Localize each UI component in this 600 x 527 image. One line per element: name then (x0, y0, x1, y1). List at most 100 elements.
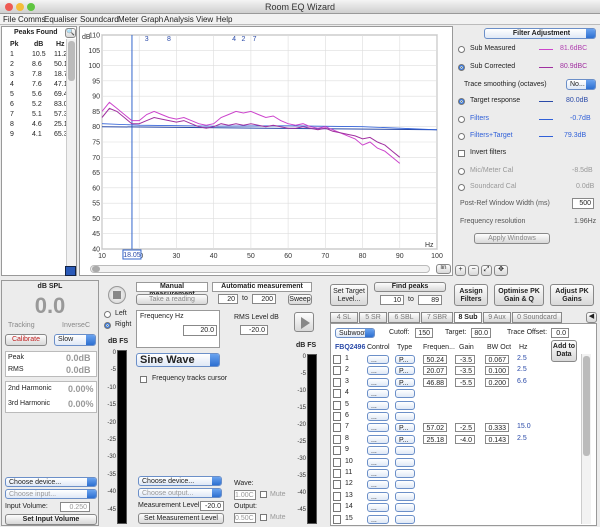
filter-enable-checkbox[interactable] (333, 366, 341, 376)
peaks-scrollbar[interactable] (66, 39, 76, 271)
channel-select[interactable]: Subwoofer (335, 328, 375, 338)
meter-speed-select[interactable]: Slow (54, 334, 96, 346)
peak-row[interactable]: 6 5.2 83.0 (4, 101, 68, 111)
filter-type-select[interactable]: P... (395, 366, 415, 376)
filter-gain-field[interactable]: -3.5 (455, 366, 475, 376)
filter-control-select[interactable]: ... (367, 434, 389, 444)
add-to-data-button[interactable]: Add to Data (551, 340, 577, 362)
tab-channel[interactable]: 5 SR (359, 312, 387, 323)
trace-offset-field[interactable]: 0.0 (551, 328, 569, 338)
filter-enable-checkbox[interactable] (333, 514, 341, 524)
peak-row[interactable]: 2 8.6 50.1 (4, 61, 68, 71)
peaks-scroll-thumb[interactable] (68, 41, 75, 81)
calibrate-button[interactable]: Calibrate (5, 334, 47, 346)
filter-frequency-field[interactable]: 57.02 (423, 423, 447, 433)
filter-enable-checkbox[interactable] (333, 423, 341, 433)
filter-type-select[interactable] (395, 514, 415, 524)
find-peaks-button[interactable]: Find peaks (374, 282, 446, 292)
filter-enable-checkbox[interactable] (333, 446, 341, 456)
filter-enable-checkbox[interactable] (333, 377, 341, 387)
filter-enable-checkbox[interactable] (333, 457, 341, 467)
post-ref-window-field[interactable]: 500 (572, 198, 594, 209)
sub-measured-radio[interactable] (458, 46, 465, 53)
target-field[interactable]: 80.0 (471, 328, 491, 338)
filter-bw-field[interactable]: 0.200 (485, 377, 509, 387)
record-button[interactable] (108, 286, 126, 304)
filter-control-select[interactable]: ... (367, 366, 389, 376)
filter-type-select[interactable] (395, 469, 415, 478)
menu-soundcard[interactable]: Soundcard (80, 14, 119, 25)
zoom-in-button[interactable]: + (455, 265, 466, 276)
tab-channel[interactable]: 4 SL (330, 312, 358, 323)
filter-enable-checkbox[interactable] (333, 355, 341, 364)
rms-level-field[interactable]: -20.0 (240, 325, 268, 335)
filter-adjustment-select[interactable]: Filter Adjustment (484, 28, 596, 39)
filter-bw-field[interactable]: 0.067 (485, 355, 509, 364)
filter-table-scroll-thumb[interactable] (583, 356, 590, 456)
peak-row[interactable]: 7 5.1 57.3 (4, 111, 68, 121)
filter-gain-field[interactable]: -5.5 (455, 377, 475, 387)
peak-row[interactable]: 5 5.6 69.4 (4, 91, 68, 101)
menu-comms[interactable]: Comms (18, 14, 46, 25)
sweep-from-field[interactable]: 20 (218, 294, 238, 304)
save-graph-icon[interactable] (65, 266, 76, 276)
filter-control-select[interactable]: ... (367, 514, 389, 524)
output-channel-select[interactable]: Choose output... (138, 488, 222, 498)
generator-play-button[interactable] (294, 312, 314, 332)
filter-enable-checkbox[interactable] (333, 400, 341, 410)
tab-channel[interactable]: 6 SBL (388, 312, 420, 323)
input-device-select[interactable]: Choose device... (5, 477, 97, 487)
output-device-select[interactable]: Choose device... (138, 476, 222, 486)
filter-type-select[interactable] (395, 389, 415, 399)
filter-type-select[interactable] (395, 412, 415, 421)
filter-type-select[interactable] (395, 400, 415, 410)
take-reading-button[interactable]: Take a reading (136, 294, 208, 305)
close-window-icon[interactable] (5, 3, 13, 11)
menu-help[interactable]: Help (216, 14, 232, 25)
filter-enable-checkbox[interactable] (333, 412, 341, 421)
filter-control-select[interactable]: ... (367, 412, 389, 421)
filter-bw-field[interactable]: 0.100 (485, 366, 509, 376)
set-input-volume-button[interactable]: Set Input Volume (5, 514, 97, 525)
filter-gain-field[interactable]: -3.5 (455, 355, 475, 364)
tab-scroll-left-button[interactable]: ◀ (586, 312, 597, 323)
peak-row[interactable]: 3 7.8 18.7 (4, 71, 68, 81)
wave-level-field[interactable]: 1.00C (234, 490, 256, 500)
filter-type-select[interactable] (395, 457, 415, 467)
waveform-select[interactable]: Sine Wave (136, 353, 220, 367)
sweep-button[interactable]: Sweep (288, 294, 312, 305)
filter-gain-field[interactable]: -2.5 (455, 423, 475, 433)
filter-enable-checkbox[interactable] (333, 389, 341, 399)
peak-row[interactable]: 4 7.6 47.1 (4, 81, 68, 91)
filter-type-select[interactable]: P... (395, 355, 415, 364)
find-peaks-to-field[interactable]: 89 (418, 295, 442, 305)
apply-windows-button[interactable]: Apply Windows (474, 233, 550, 244)
peak-row[interactable]: 9 4.1 65.3 (4, 131, 68, 141)
filter-frequency-field[interactable]: 50.24 (423, 355, 447, 364)
zoom-reset-button[interactable]: ✥ (494, 265, 508, 276)
generator-frequency-field[interactable]: 20.0 (183, 325, 217, 336)
filter-enable-checkbox[interactable] (333, 503, 341, 513)
filter-enable-checkbox[interactable] (333, 491, 341, 501)
output-level-field[interactable]: 0.50C (234, 513, 256, 523)
minimize-window-icon[interactable] (16, 3, 24, 11)
find-peaks-from-field[interactable]: 10 (380, 295, 404, 305)
filter-table-scrollbar[interactable] (581, 354, 591, 524)
sweep-to-field[interactable]: 200 (252, 294, 276, 304)
filter-control-select[interactable]: ... (367, 457, 389, 467)
set-measurement-level-button[interactable]: Set Measurement Level (138, 513, 224, 524)
filter-control-select[interactable]: ... (367, 503, 389, 513)
filter-control-select[interactable]: ... (367, 423, 389, 433)
filter-enable-checkbox[interactable] (333, 434, 341, 444)
tab-channel[interactable]: 7 SBR (421, 312, 453, 323)
left-channel-radio[interactable] (104, 311, 111, 318)
filter-bw-field[interactable]: 0.143 (485, 434, 509, 444)
frequency-response-graph[interactable]: 1101051009590858075706560555045401020304… (80, 27, 452, 261)
menu-meter[interactable]: Meter (118, 14, 138, 25)
filter-control-select[interactable]: ... (367, 400, 389, 410)
filter-control-select[interactable]: ... (367, 480, 389, 490)
filter-type-select[interactable] (395, 446, 415, 456)
invert-filters-checkbox[interactable] (458, 150, 465, 157)
peaks-zoom-button[interactable]: 🔍 (65, 28, 76, 38)
trace-smoothing-select[interactable]: No... (566, 79, 596, 90)
